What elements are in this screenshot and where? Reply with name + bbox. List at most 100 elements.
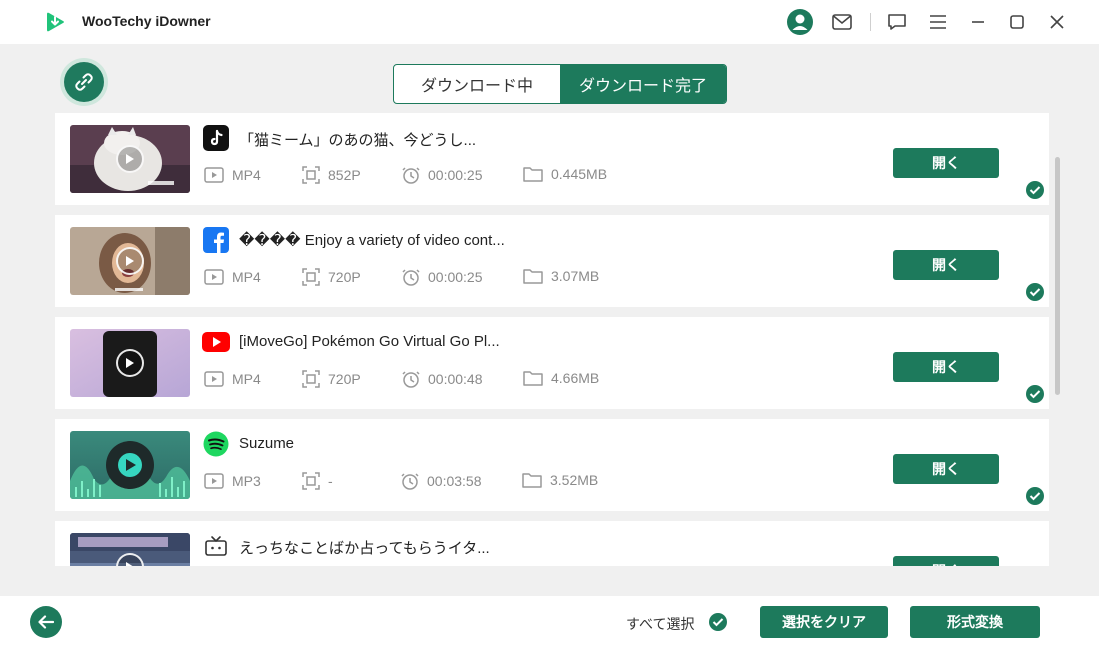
menu-icon[interactable] xyxy=(924,8,952,36)
mail-icon[interactable] xyxy=(828,8,856,36)
maximize-icon[interactable] xyxy=(1003,8,1031,36)
list-scrollbar[interactable] xyxy=(1055,157,1060,395)
item-title: [iMoveGo] Pokémon Go Virtual Go Pl... xyxy=(239,333,500,350)
duration-label: 00:00:48 xyxy=(428,371,483,387)
download-item: 「猫ミーム」のあの猫、今どうし... MP4 852P 00:00:25 0.4… xyxy=(55,113,1049,205)
video-format-icon xyxy=(204,371,224,387)
duration-info: 00:00:25 xyxy=(402,166,483,184)
resolution-label: 720P xyxy=(328,269,361,285)
download-item: ���� Enjoy a variety of video cont... MP… xyxy=(55,215,1049,307)
audio-thumbnail[interactable] xyxy=(70,431,190,499)
titlebar-divider xyxy=(870,13,871,31)
youtube-icon xyxy=(202,328,230,356)
clock-icon xyxy=(401,473,419,490)
video-thumbnail[interactable] xyxy=(70,227,190,295)
niconico-icon xyxy=(202,532,230,560)
clock-icon xyxy=(402,371,420,388)
download-tabs: ダウンロード中 ダウンロード完了 xyxy=(393,64,727,104)
resolution-label: 720P xyxy=(328,371,361,387)
size-info: 0.445MB xyxy=(523,166,607,182)
check-icon[interactable] xyxy=(1026,487,1044,505)
download-list: 「猫ミーム」のあの猫、今どうし... MP4 852P 00:00:25 0.4… xyxy=(55,113,1049,566)
download-item: Suzume MP3 - 00:03:58 3.52MB 開く xyxy=(55,419,1049,511)
resolution-info: 852P xyxy=(302,166,361,184)
duration-label: 00:00:25 xyxy=(428,167,483,183)
size-info: 3.52MB xyxy=(522,472,598,488)
format-info: MP4 xyxy=(204,268,261,286)
minimize-icon[interactable] xyxy=(964,8,992,36)
video-format-icon xyxy=(204,269,224,285)
clear-selection-button[interactable]: 選択をクリア xyxy=(760,606,888,638)
folder-icon xyxy=(523,371,543,386)
size-info: 4.66MB xyxy=(523,370,599,386)
resolution-icon xyxy=(302,166,320,184)
audio-format-icon xyxy=(204,473,224,489)
resolution-label: 852P xyxy=(328,167,361,183)
size-info: 3.07MB xyxy=(523,268,599,284)
tiktok-icon xyxy=(202,124,230,152)
size-label: 4.66MB xyxy=(551,370,600,386)
format-info: MP4 xyxy=(204,370,261,388)
footer-bar: すべて選択 選択をクリア 形式変換 xyxy=(0,596,1099,646)
item-title: 「猫ミーム」のあの猫、今どうし... xyxy=(239,132,477,149)
paste-link-button[interactable] xyxy=(64,62,104,102)
play-icon xyxy=(116,247,144,275)
video-thumbnail[interactable] xyxy=(70,125,190,193)
open-button[interactable]: 開く xyxy=(893,556,999,566)
format-label: MP3 xyxy=(232,473,261,489)
clock-icon xyxy=(402,167,420,184)
download-item: [iMoveGo] Pokémon Go Virtual Go Pl... MP… xyxy=(55,317,1049,409)
user-icon[interactable] xyxy=(786,8,814,36)
play-icon xyxy=(116,349,144,377)
resolution-icon xyxy=(302,472,320,490)
check-icon[interactable] xyxy=(1026,181,1044,199)
video-format-icon xyxy=(204,167,224,183)
size-label: 3.07MB xyxy=(551,268,600,284)
resolution-info: - xyxy=(302,472,333,490)
format-label: MP4 xyxy=(232,371,261,387)
format-info: MP4 xyxy=(204,166,261,184)
size-label: 3.52MB xyxy=(550,472,599,488)
open-button[interactable]: 開く xyxy=(893,352,999,382)
open-button[interactable]: 開く xyxy=(893,250,999,280)
duration-info: 00:03:58 xyxy=(401,472,482,490)
app-logo-icon xyxy=(44,10,68,34)
item-title: ���� Enjoy a variety of video cont... xyxy=(239,232,505,249)
resolution-info: 720P xyxy=(302,268,361,286)
select-all-check-icon[interactable] xyxy=(709,613,727,631)
resolution-info: 720P xyxy=(302,370,361,388)
app-title: WooTechy iDowner xyxy=(82,13,211,29)
resolution-icon xyxy=(302,268,320,286)
feedback-icon[interactable] xyxy=(883,8,911,36)
play-icon xyxy=(116,145,144,173)
resolution-icon xyxy=(302,370,320,388)
arrow-left-icon xyxy=(38,615,54,629)
video-thumbnail[interactable] xyxy=(70,533,190,566)
folder-icon xyxy=(523,269,543,284)
duration-info: 00:00:48 xyxy=(402,370,483,388)
clock-icon xyxy=(402,269,420,286)
link-icon xyxy=(75,73,93,91)
title-bar: WooTechy iDowner xyxy=(0,0,1099,44)
size-label: 0.445MB xyxy=(551,166,608,182)
tab-downloading[interactable]: ダウンロード中 xyxy=(394,65,560,103)
open-button[interactable]: 開く xyxy=(893,148,999,178)
folder-icon xyxy=(523,167,543,182)
select-all-label[interactable]: すべて選択 xyxy=(626,614,694,634)
format-label: MP4 xyxy=(232,269,261,285)
close-icon[interactable] xyxy=(1043,8,1071,36)
check-icon[interactable] xyxy=(1026,385,1044,403)
open-button[interactable]: 開く xyxy=(893,454,999,484)
convert-format-button[interactable]: 形式変換 xyxy=(910,606,1040,638)
format-info: MP3 xyxy=(204,472,261,490)
format-label: MP4 xyxy=(232,167,261,183)
video-thumbnail[interactable] xyxy=(70,329,190,397)
check-icon[interactable] xyxy=(1026,283,1044,301)
duration-label: 00:00:25 xyxy=(428,269,483,285)
duration-info: 00:00:25 xyxy=(402,268,483,286)
facebook-icon xyxy=(202,226,230,254)
tab-downloaded[interactable]: ダウンロード完了 xyxy=(560,65,726,103)
back-button[interactable] xyxy=(30,606,62,638)
item-title: Suzume xyxy=(239,435,295,452)
duration-label: 00:03:58 xyxy=(427,473,482,489)
